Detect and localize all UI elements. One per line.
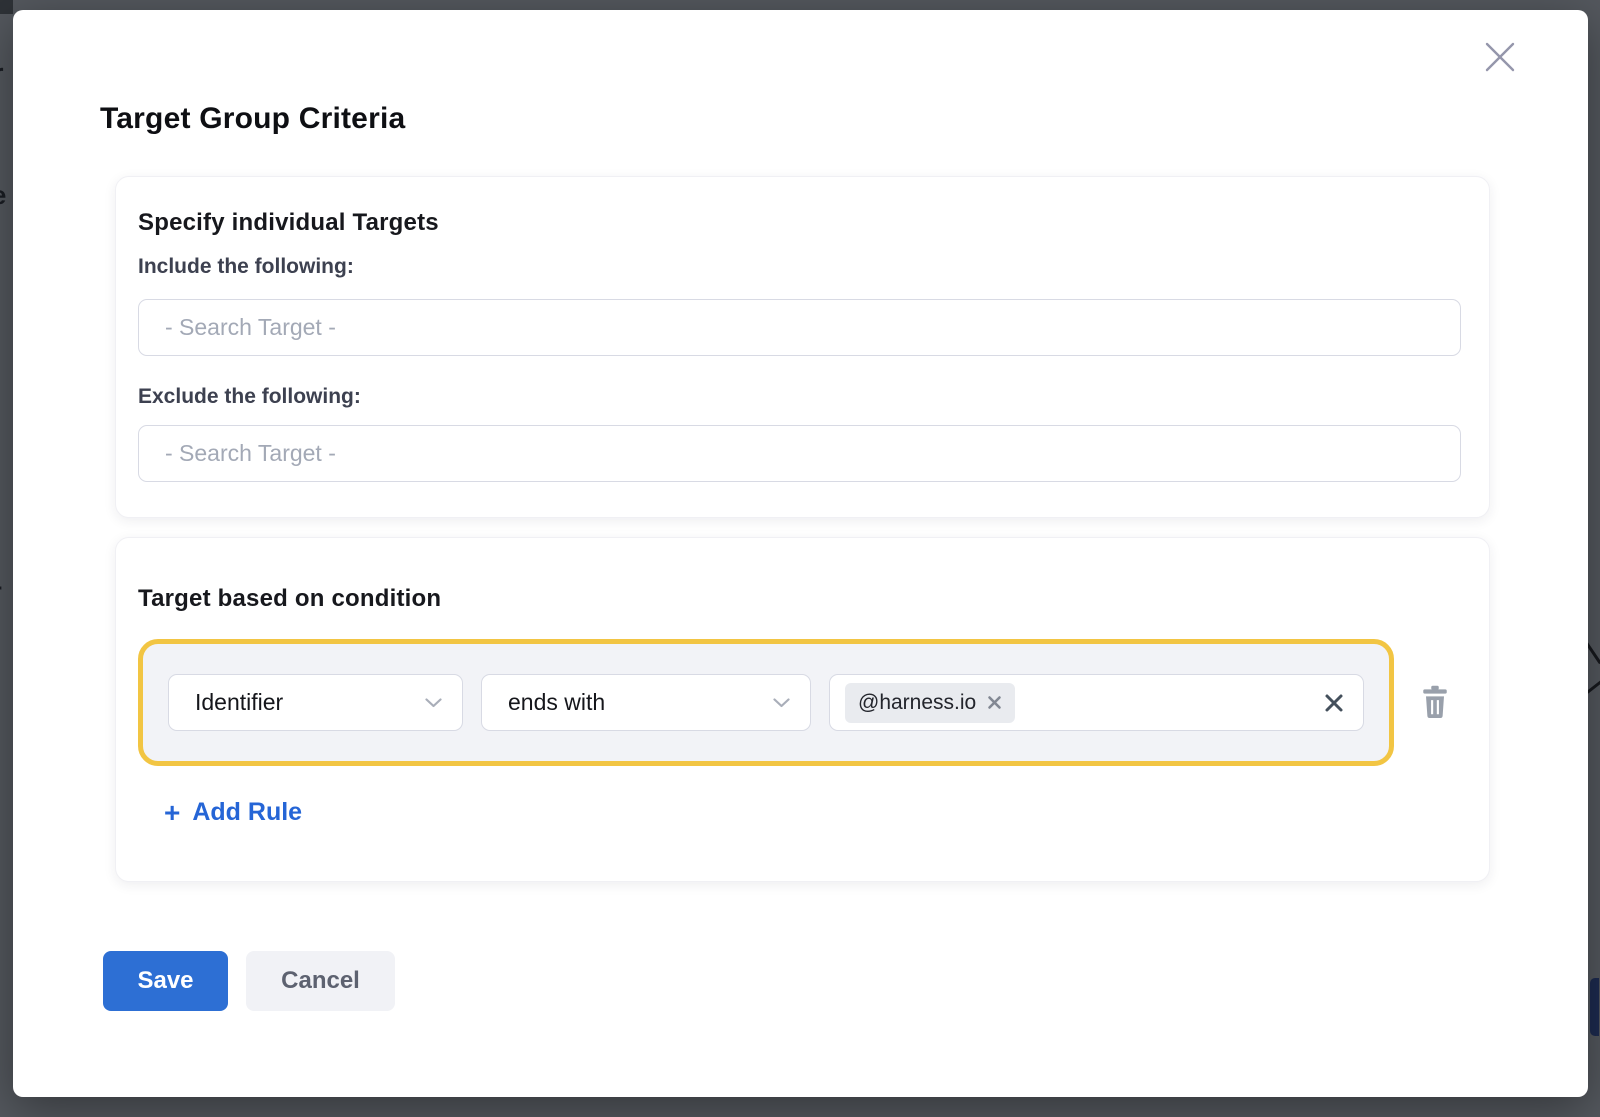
background-text-fragment: pe [0,180,6,211]
background-line-fragment [1588,678,1600,701]
modal-title: Target Group Criteria [100,102,405,136]
individual-targets-card: Specify individual Targets Include the f… [115,176,1490,518]
chip-remove-icon [987,695,1002,710]
chevron-down-icon [773,698,790,708]
cancel-button[interactable]: Cancel [246,951,395,1011]
close-icon [1482,39,1518,75]
background-overlay-left: er pe cl o cl o r o [0,0,13,1117]
value-chip-label: @harness.io [858,691,976,715]
condition-heading: Target based on condition [138,585,441,613]
include-target-search-input[interactable] [138,299,1461,356]
background-line-fragment [1588,635,1600,665]
value-chip: @harness.io [845,683,1015,723]
individual-targets-heading: Specify individual Targets [138,209,439,237]
plus-icon: + [164,799,180,827]
background-overlay-right: o [1588,0,1600,1117]
save-button[interactable]: Save [103,951,228,1011]
target-group-criteria-modal: Target Group Criteria Specify individual… [13,10,1588,1097]
attribute-select-value: Identifier [195,689,283,716]
operator-select[interactable]: ends with [481,674,811,731]
values-tag-input[interactable]: @harness.io [829,674,1364,731]
add-rule-label: Add Rule [192,798,302,827]
exclude-label: Exclude the following: [138,385,361,409]
remove-value-chip-button[interactable] [987,695,1002,710]
operator-select-value: ends with [508,689,605,716]
condition-rule-row: Identifier ends with @harness.io [138,639,1394,766]
delete-rule-button[interactable] [1418,685,1452,721]
include-label: Include the following: [138,255,354,279]
attribute-select[interactable]: Identifier [168,674,463,731]
add-rule-button[interactable]: + Add Rule [164,798,302,827]
chevron-down-icon [425,698,442,708]
background-text-fragment: r [0,578,2,607]
background-dark-corner [0,0,13,14]
clear-values-button[interactable] [1323,692,1345,714]
clear-x-icon [1323,692,1345,714]
trash-icon [1420,685,1450,719]
condition-card: Target based on condition Identifier end… [115,537,1490,882]
exclude-target-search-input[interactable] [138,425,1461,482]
background-text-fragment: er [0,58,4,89]
close-button[interactable] [1479,36,1521,78]
background-navy-fragment [1590,978,1599,1036]
